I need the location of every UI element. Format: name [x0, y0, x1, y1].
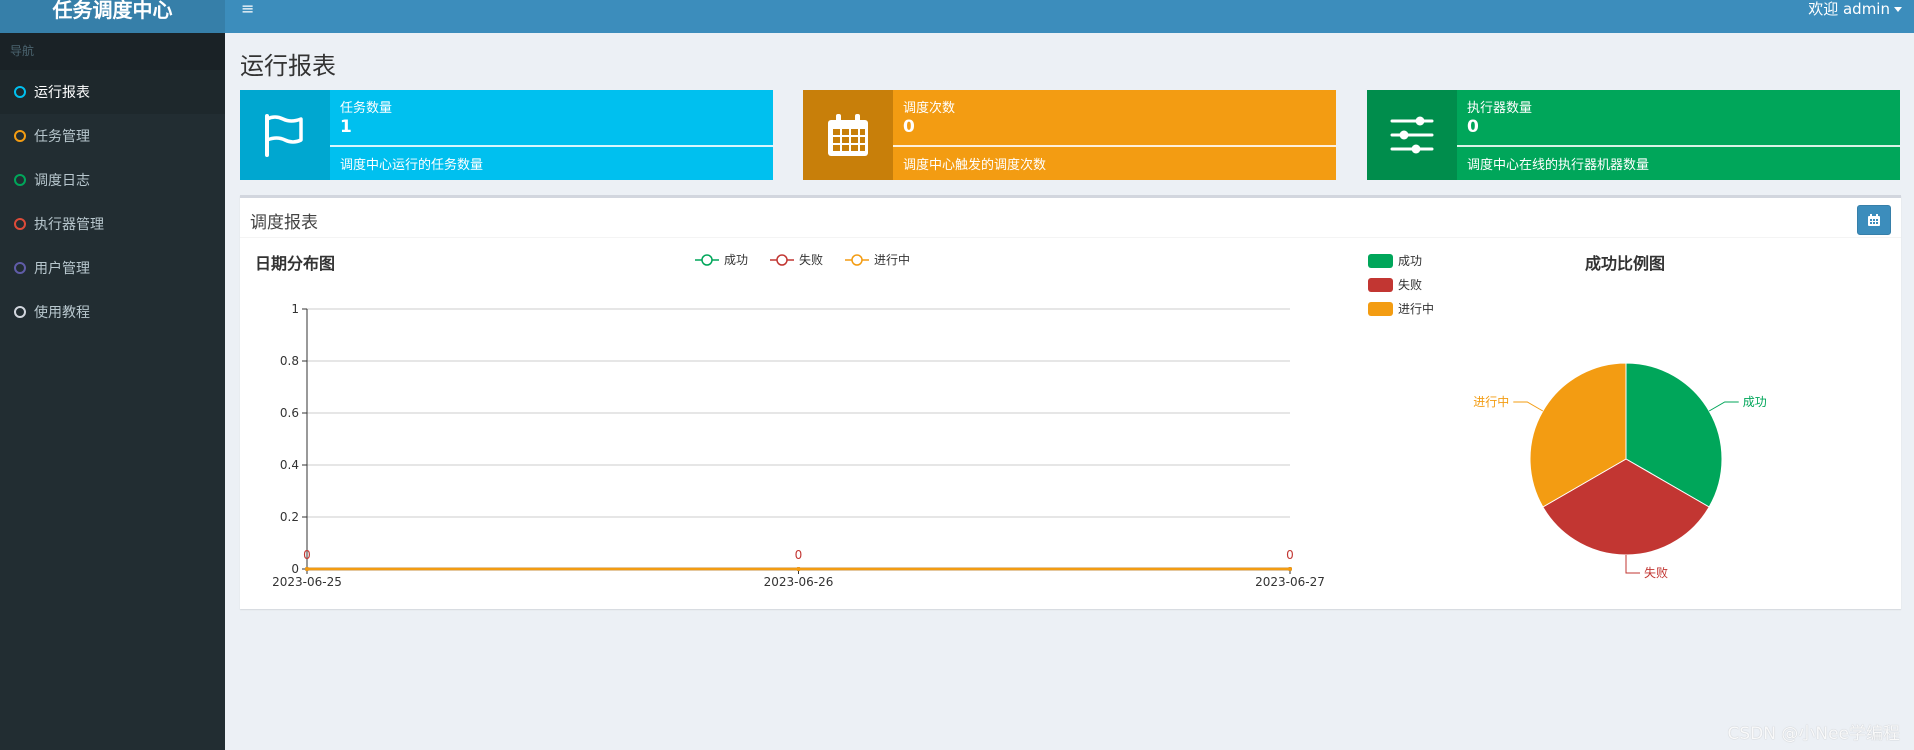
pie-label-1: 失败 — [1644, 565, 1668, 580]
y-tick-label: 0.2 — [280, 510, 299, 524]
y-tick-label: 0 — [291, 562, 299, 576]
x-tick-label: 2023-06-26 — [764, 575, 834, 589]
data-point — [1288, 567, 1292, 571]
pie-label-2: 进行中 — [1473, 394, 1509, 409]
y-tick-label: 0.6 — [280, 406, 299, 420]
pie-leader-line-0 — [1708, 401, 1739, 412]
legend-label-2: 进行中 — [874, 252, 910, 267]
y-tick-label: 0.8 — [280, 354, 299, 368]
data-point — [305, 567, 309, 571]
legend-label-0: 成功 — [724, 253, 748, 267]
pie-legend-swatch-1 — [1368, 278, 1393, 292]
pie-legend-swatch-2 — [1368, 302, 1393, 316]
x-tick-label: 2023-06-27 — [1255, 575, 1325, 589]
pie-leader-line-1 — [1625, 555, 1640, 574]
x-tick-label: 2023-06-25 — [272, 575, 342, 589]
pie-legend-swatch-0 — [1368, 254, 1393, 268]
data-label: 0 — [1286, 548, 1294, 562]
pie-legend-label-2: 进行中 — [1398, 301, 1434, 316]
pie-legend-label-1: 失败 — [1398, 277, 1422, 292]
data-point — [796, 567, 801, 571]
legend-marker-0 — [701, 254, 713, 266]
y-tick-label: 0.4 — [280, 458, 299, 472]
data-label: 0 — [795, 548, 803, 562]
legend-marker-1 — [776, 254, 788, 266]
watermark: CSDN @小Nee学编程 — [1727, 724, 1900, 744]
legend-marker-2 — [851, 254, 863, 266]
pie-leader-line-2 — [1513, 401, 1544, 412]
legend-label-1: 失败 — [799, 252, 823, 267]
pie-legend-label-0: 成功 — [1398, 254, 1422, 268]
charts-layer: 日期分布图 成功 失败 进行中00.20.40.60.812023-06-25 2023… — [255, 252, 1767, 589]
pie-label-0: 成功 — [1743, 395, 1767, 409]
line-chart-title: 日期分布图 — [255, 254, 335, 273]
y-tick-label: 1 — [291, 302, 299, 316]
pie-chart-title: 成功比例图 — [1585, 254, 1665, 273]
data-label: 0 — [303, 548, 311, 562]
